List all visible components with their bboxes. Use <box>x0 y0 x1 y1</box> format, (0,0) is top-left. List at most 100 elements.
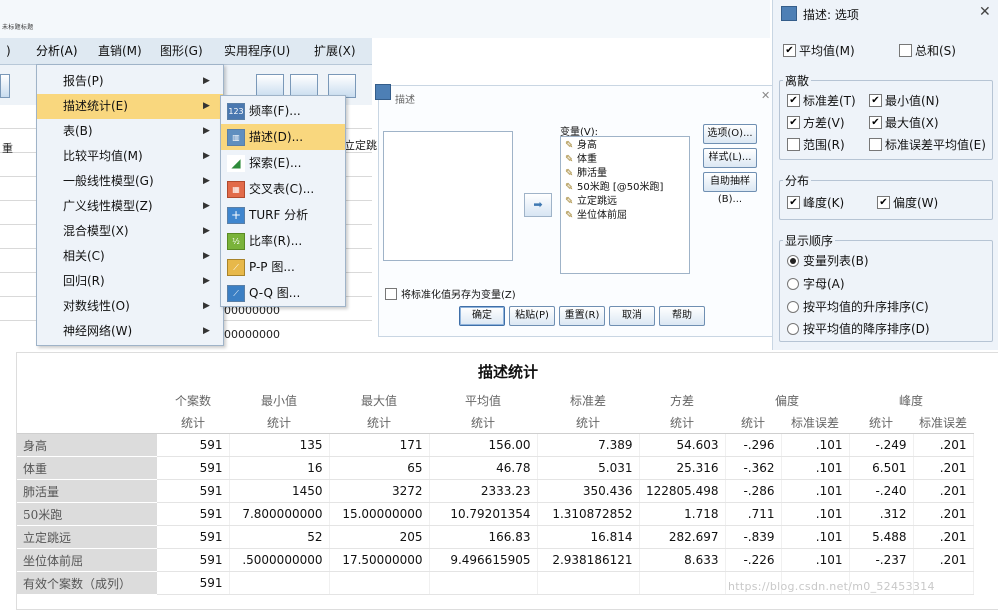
menu-item-reports[interactable]: 报告(P) ▶ <box>37 69 223 94</box>
table-cell[interactable]: 5.488 <box>849 525 914 549</box>
help-button[interactable]: 帮助 <box>659 306 705 326</box>
menu-item-compare-means[interactable]: 比较平均值(M) ▶ <box>37 144 223 169</box>
table-cell[interactable]: 156.00 <box>429 433 538 457</box>
table-cell[interactable]: 9.496615905 <box>429 548 538 572</box>
table-cell[interactable]: 350.436 <box>537 479 640 503</box>
submenu-item-explore[interactable]: ◢ 探索(E)... <box>221 150 345 176</box>
table-cell[interactable]: 591 <box>157 548 230 572</box>
submenu-item-frequencies[interactable]: 123 频率(F)... <box>221 98 345 124</box>
table-cell[interactable]: -.237 <box>849 548 914 572</box>
table-cell[interactable]: .101 <box>781 456 850 480</box>
table-cell[interactable]: 7.800000000 <box>229 502 330 526</box>
menu-item-correlate[interactable]: 相关(C) ▶ <box>37 244 223 269</box>
table-cell[interactable]: -.249 <box>849 433 914 457</box>
table-cell[interactable]: -.839 <box>725 525 782 549</box>
table-cell[interactable]: 166.83 <box>429 525 538 549</box>
table-cell[interactable]: 10.79201354 <box>429 502 538 526</box>
table-cell[interactable]: 205 <box>329 525 430 549</box>
table-cell[interactable]: 591 <box>157 456 230 480</box>
source-variable-list[interactable] <box>383 131 513 261</box>
close-icon[interactable]: ✕ <box>979 4 991 20</box>
table-cell[interactable]: .101 <box>781 525 850 549</box>
menu-extensions[interactable]: 扩展(X) <box>314 38 356 64</box>
reset-button[interactable]: 重置(R) <box>559 306 605 326</box>
menu-item-mixed-models[interactable]: 混合模型(X) ▶ <box>37 219 223 244</box>
table-cell[interactable]: .201 <box>913 502 974 526</box>
table-cell[interactable]: 25.316 <box>639 456 726 480</box>
table-cell[interactable]: 591 <box>157 571 230 595</box>
table-cell[interactable]: 6.501 <box>849 456 914 480</box>
table-cell[interactable]: 1.310872852 <box>537 502 640 526</box>
order-alphabetic-radio[interactable]: 字母(A) <box>787 275 845 292</box>
menu-utilities[interactable]: 实用程序(U) <box>224 38 290 64</box>
table-cell[interactable]: 46.78 <box>429 456 538 480</box>
table-cell[interactable]: 16.814 <box>537 525 640 549</box>
variable-item[interactable]: ✎ 体重 <box>565 153 597 167</box>
menu-graphs[interactable]: 图形(G) <box>160 38 203 64</box>
table-cell[interactable]: 122805.498 <box>639 479 726 503</box>
table-cell[interactable]: 135 <box>229 433 330 457</box>
mean-checkbox[interactable]: ✔ 平均值(M) <box>783 42 855 59</box>
table-cell[interactable]: 5.031 <box>537 456 640 480</box>
variable-item[interactable]: ✎ 肺活量 <box>565 167 607 181</box>
table-cell[interactable] <box>229 571 330 595</box>
table-cell[interactable]: .312 <box>849 502 914 526</box>
menu-item-tables[interactable]: 表(B) ▶ <box>37 119 223 144</box>
table-cell[interactable] <box>537 571 640 595</box>
table-cell[interactable]: -.226 <box>725 548 782 572</box>
table-cell[interactable]: .101 <box>781 502 850 526</box>
table-cell[interactable]: 591 <box>157 525 230 549</box>
menu-item-general-linear-model[interactable]: 一般线性模型(G) ▶ <box>37 169 223 194</box>
submenu-item-ratio[interactable]: ½ 比率(R)... <box>221 228 345 254</box>
target-variable-list[interactable]: ✎ 身高 ✎ 体重 ✎ 肺活量 ✎ 50米跑 [@50米跑] ✎ 立定跳远 ✎ 坐位体前屈 <box>560 136 690 274</box>
menu-fragment[interactable]: ) <box>6 38 11 64</box>
toolbar-icon[interactable] <box>0 74 10 98</box>
skewness-checkbox[interactable]: ✔ 偏度(W) <box>877 194 938 211</box>
table-cell[interactable]: .101 <box>781 433 850 457</box>
grid-cell[interactable]: 00000000 <box>224 328 280 341</box>
grid-column-header[interactable]: 立定跳 <box>344 137 377 153</box>
table-cell[interactable]: .201 <box>913 479 974 503</box>
table-cell[interactable]: 7.389 <box>537 433 640 457</box>
order-variable-list-radio[interactable]: 变量列表(B) <box>787 252 869 269</box>
table-cell[interactable]: 1.718 <box>639 502 726 526</box>
submenu-item-crosstabs[interactable]: ▦ 交叉表(C)... <box>221 176 345 202</box>
bootstrap-button[interactable]: 自助抽样(B)... <box>703 172 757 205</box>
table-cell[interactable]: .201 <box>913 548 974 572</box>
variance-checkbox[interactable]: ✔ 方差(V) <box>787 114 845 131</box>
table-cell[interactable]: .201 <box>913 525 974 549</box>
table-cell[interactable]: .201 <box>913 433 974 457</box>
menu-direct-marketing[interactable]: 直销(M) <box>98 38 142 64</box>
menu-item-neural-networks[interactable]: 神经网络(W) ▶ <box>37 319 223 344</box>
table-cell[interactable]: 591 <box>157 479 230 503</box>
submenu-item-qq-plot[interactable]: ⟋ Q-Q 图... <box>221 280 345 306</box>
table-cell[interactable]: -.240 <box>849 479 914 503</box>
order-ascending-means-radio[interactable]: 按平均值的升序排序(C) <box>787 298 929 315</box>
table-cell[interactable]: .101 <box>781 548 850 572</box>
se-mean-checkbox[interactable]: 标准误差平均值(E) <box>869 136 986 153</box>
table-cell[interactable]: 2.938186121 <box>537 548 640 572</box>
table-cell[interactable]: -.362 <box>725 456 782 480</box>
table-cell[interactable]: .5000000000 <box>229 548 330 572</box>
table-cell[interactable] <box>639 571 726 595</box>
table-cell[interactable]: 3272 <box>329 479 430 503</box>
table-cell[interactable]: 591 <box>157 502 230 526</box>
save-standardized-checkbox[interactable]: 将标准化值另存为变量(Z) <box>385 286 516 301</box>
cancel-button[interactable]: 取消 <box>609 306 655 326</box>
table-cell[interactable]: -.286 <box>725 479 782 503</box>
range-checkbox[interactable]: 范围(R) <box>787 136 845 153</box>
table-cell[interactable]: 52 <box>229 525 330 549</box>
menu-item-regression[interactable]: 回归(R) ▶ <box>37 269 223 294</box>
table-cell[interactable]: 17.50000000 <box>329 548 430 572</box>
table-cell[interactable]: 16 <box>229 456 330 480</box>
minimum-checkbox[interactable]: ✔ 最小值(N) <box>869 92 939 109</box>
order-descending-means-radio[interactable]: 按平均值的降序排序(D) <box>787 320 930 337</box>
menu-item-generalized-linear-models[interactable]: 广义线性模型(Z) ▶ <box>37 194 223 219</box>
menu-analyze[interactable]: 分析(A) <box>36 38 78 64</box>
variable-item[interactable]: ✎ 50米跑 [@50米跑] <box>565 181 663 195</box>
table-cell[interactable]: 65 <box>329 456 430 480</box>
submenu-item-turf[interactable]: + TURF 分析 <box>221 202 345 228</box>
kurtosis-checkbox[interactable]: ✔ 峰度(K) <box>787 194 844 211</box>
table-cell[interactable]: 2333.23 <box>429 479 538 503</box>
table-cell[interactable]: .201 <box>913 456 974 480</box>
